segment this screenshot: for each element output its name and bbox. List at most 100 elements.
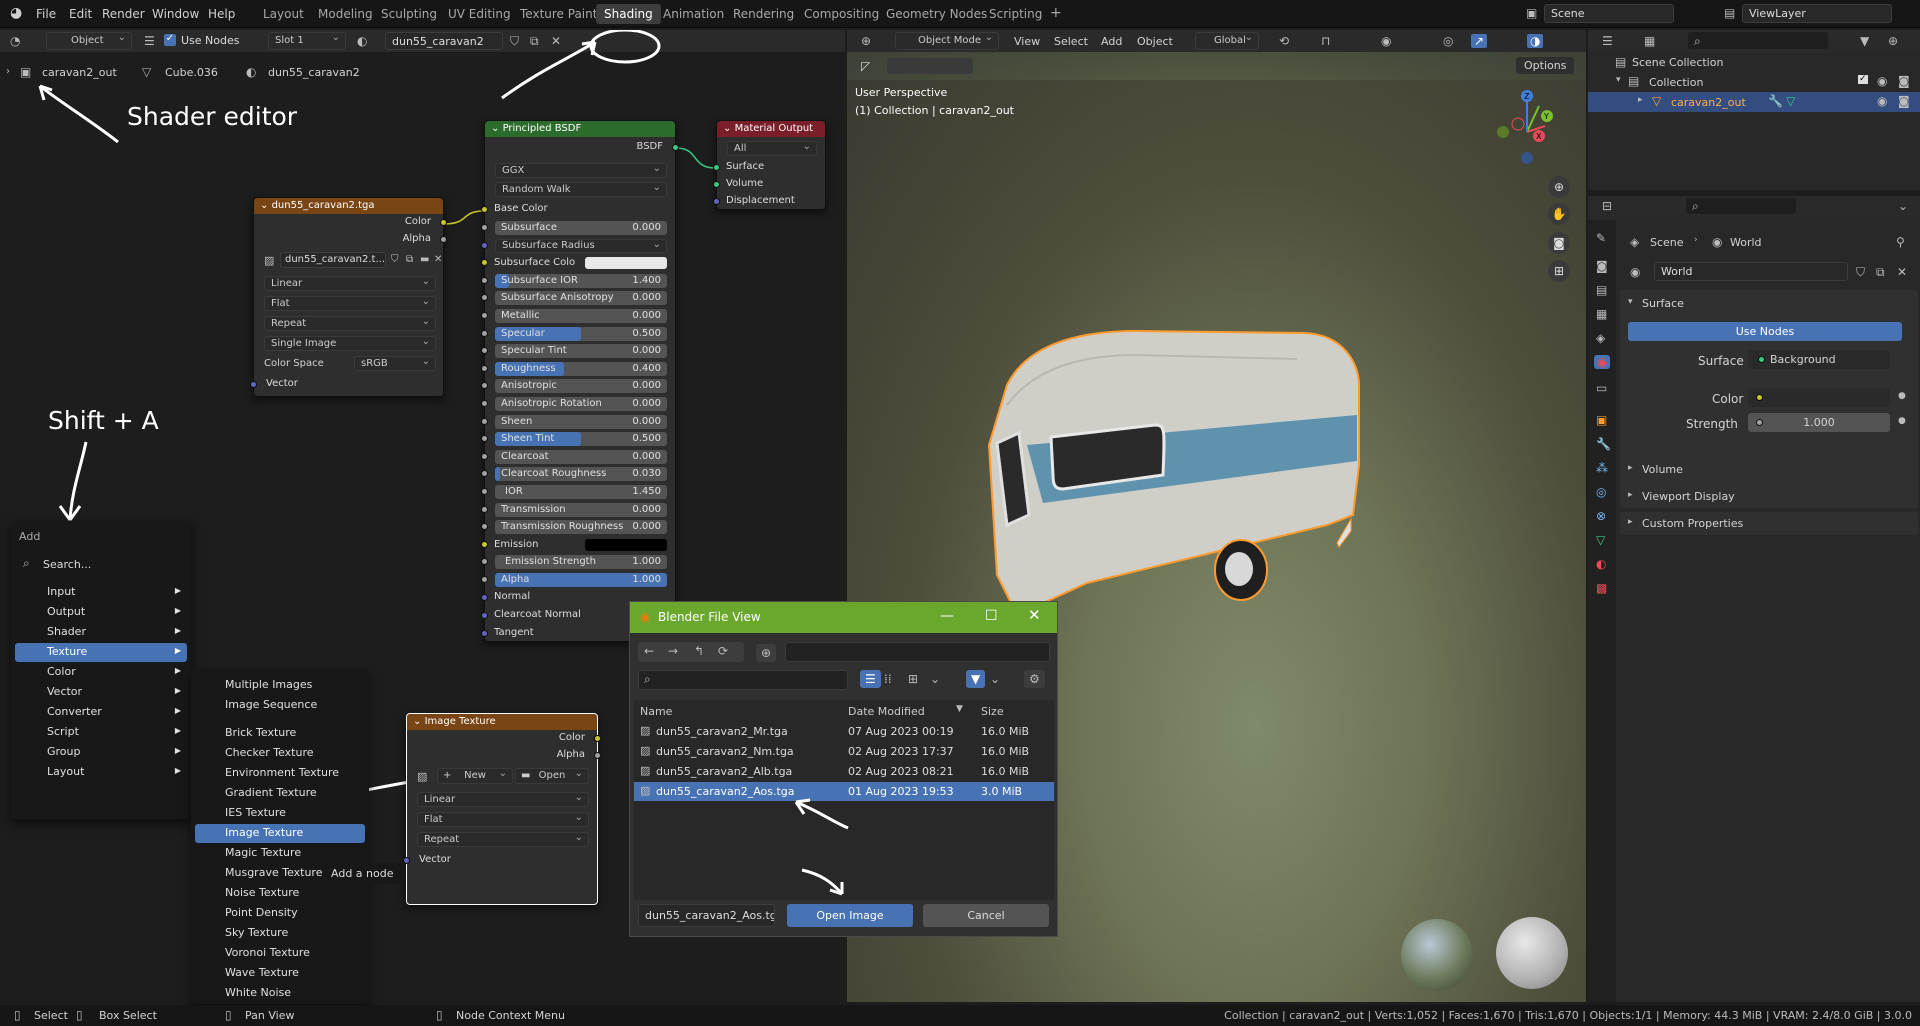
subsurface-method-select[interactable]: Random Walk (495, 182, 667, 197)
tab-scripting[interactable]: Scripting (989, 7, 1042, 21)
input-socket[interactable] (481, 312, 488, 319)
thumb-small-icon[interactable]: ⁞⁞ (884, 673, 892, 685)
properties-search[interactable] (1686, 198, 1796, 214)
chevron-down-icon[interactable]: ▾ (1616, 76, 1621, 85)
menu-select[interactable]: Select (1054, 35, 1088, 48)
add-menu-item[interactable]: Color ▶ (15, 663, 187, 682)
extension-select[interactable]: Repeat (417, 832, 589, 847)
tab-sculpting[interactable]: Sculpting (381, 7, 437, 21)
bsdf-value-slider[interactable]: Sheen 0.000 (495, 414, 667, 429)
bsdf-value-slider[interactable]: Clearcoat 0.000 (495, 449, 667, 464)
menu-render[interactable]: Render (102, 7, 145, 21)
view-layer-icon[interactable]: ▦ (1596, 308, 1607, 320)
add-menu-item[interactable]: Converter ▶ (15, 703, 187, 722)
scene-collection-label[interactable]: Scene Collection (1632, 56, 1723, 69)
add-workspace-button[interactable]: + (1050, 5, 1062, 21)
duplicate-icon[interactable]: ⧉ (406, 255, 413, 265)
texture-menu-item[interactable]: Image Texture (195, 824, 365, 843)
add-menu-item[interactable]: Layout ▶ (15, 763, 187, 782)
close-icon[interactable]: ✕ (1897, 266, 1907, 278)
menu-file[interactable]: File (36, 7, 56, 21)
collapsed-panel[interactable]: ▸ Volume (1620, 458, 1918, 481)
bsdf-value-slider[interactable]: Anisotropic 0.000 (495, 379, 667, 394)
refresh-icon[interactable]: ⟳ (718, 645, 728, 657)
menu-object[interactable]: Object (1137, 35, 1173, 48)
bsdf-value-slider[interactable]: Alpha 1.000 (495, 573, 667, 587)
bsdf-input-row[interactable]: Specular Tint 0.000 (481, 344, 675, 359)
add-menu-search[interactable]: Search... (43, 558, 91, 571)
bsdf-input-row[interactable]: Clearcoat Roughness 0.030 (481, 467, 675, 482)
add-menu-item[interactable]: Texture ▶ (15, 643, 187, 662)
world-icon[interactable]: ◉ (1630, 266, 1640, 278)
bsdf-input-row[interactable]: Anisotropic 0.000 (481, 379, 675, 394)
path-field[interactable] (785, 642, 1050, 662)
search-field[interactable] (638, 670, 848, 690)
keyframe-dot-icon[interactable]: ● (1898, 392, 1906, 401)
filter-icon[interactable]: ▼ (1860, 35, 1869, 47)
bsdf-input-row[interactable]: Subsurface IOR 1.400 (481, 273, 675, 288)
chevron-down-icon[interactable]: ⌄ (491, 123, 503, 134)
color-field[interactable] (1748, 388, 1890, 407)
view-layer-field[interactable]: ViewLayer (1742, 4, 1892, 23)
add-menu-item[interactable]: Input ▶ (15, 583, 187, 602)
texture-menu-item[interactable]: Noise Texture (195, 884, 365, 903)
close-icon[interactable]: ✕ (434, 255, 442, 265)
bsdf-value-slider[interactable]: Transmission Roughness 0.000 (495, 520, 667, 535)
tab-compositing[interactable]: Compositing (804, 7, 879, 21)
color-socket[interactable] (594, 735, 601, 742)
image-name-field[interactable]: dun55_caravan2.t... (280, 252, 386, 268)
output-icon[interactable]: ▤ (1596, 284, 1607, 296)
pin-icon[interactable]: ⚲ (1896, 236, 1905, 248)
col-size[interactable]: Size (981, 705, 1004, 718)
surface-panel-title[interactable]: Surface (1642, 297, 1684, 310)
collapsed-panel[interactable]: ▸ Custom Properties (1620, 512, 1918, 535)
interpolation-select[interactable]: Linear (264, 276, 436, 291)
chevron-down-icon[interactable]: ⌄ (990, 673, 1000, 685)
bsdf-input-row[interactable]: Subsurface Radius (481, 238, 675, 253)
bsdf-value-slider[interactable]: Transmission 0.000 (495, 502, 667, 517)
principled-bsdf-node[interactable]: ⌄ Principled BSDF BSDF GGX Random Walk B… (481, 120, 679, 642)
bsdf-input-row[interactable]: Transmission 0.000 (481, 502, 675, 517)
surface-socket[interactable] (713, 164, 720, 171)
folder-icon[interactable]: ▬ (420, 255, 429, 265)
extension-select[interactable]: Repeat (264, 316, 436, 331)
editor-type-icon[interactable]: ⊕ (861, 35, 871, 47)
input-socket[interactable] (481, 505, 488, 513)
collapsed-panel[interactable]: ▸ Viewport Display (1620, 485, 1918, 508)
bsdf-value-slider[interactable]: Sheen Tint 0.500 (495, 432, 667, 447)
bsdf-input-row[interactable]: Transmission Roughness 0.000 (481, 520, 675, 535)
minimize-icon[interactable]: — (940, 609, 954, 623)
duplicate-icon[interactable]: ⧉ (1876, 266, 1885, 278)
bsdf-input-row[interactable]: Emission (481, 538, 675, 552)
vector-socket[interactable] (403, 857, 410, 864)
distribution-select[interactable]: GGX (495, 163, 667, 178)
input-socket[interactable] (481, 576, 488, 583)
menu-help[interactable]: Help (208, 7, 235, 21)
grid-icon[interactable]: ⊞ (1548, 260, 1570, 282)
scene-field[interactable]: Scene (1544, 4, 1674, 23)
input-socket[interactable] (481, 629, 488, 637)
orientation-select[interactable]: Global (1195, 32, 1259, 50)
texture-menu-item[interactable]: Image Sequence (195, 696, 365, 715)
camera-icon[interactable]: ◙ (1898, 75, 1910, 87)
render-icon[interactable]: ◙ (1596, 260, 1608, 272)
collection-label[interactable]: Collection (1649, 76, 1703, 89)
color-swatch[interactable] (585, 257, 667, 270)
chevron-down-icon[interactable]: ⌄ (723, 123, 735, 134)
world-icon[interactable]: ◉ (1594, 355, 1611, 369)
scene-icon[interactable]: ◈ (1596, 332, 1605, 344)
bsdf-value-slider[interactable]: Specular Tint 0.000 (495, 344, 667, 359)
close-icon[interactable]: ✕ (1028, 608, 1041, 623)
list-view-icon[interactable]: ☰ (860, 670, 881, 688)
filename-field[interactable]: dun55_caravan2_Aos.tga (638, 904, 775, 927)
col-name[interactable]: Name (640, 705, 672, 718)
texture-menu-item[interactable]: Magic Texture (195, 844, 365, 863)
bsdf-select[interactable]: Subsurface Radius (495, 238, 667, 253)
texture-menu-item[interactable]: Gradient Texture (195, 784, 365, 803)
bsdf-value-slider[interactable]: Subsurface Anisotropy 0.000 (495, 291, 667, 306)
input-socket[interactable] (481, 523, 488, 531)
image-icon[interactable]: ▨ (417, 771, 427, 782)
blender-logo-icon[interactable]: ◕ (10, 5, 22, 21)
editor-type-icon[interactable]: ☰ (1602, 35, 1613, 47)
modifier-icon[interactable]: 🔧 (1596, 438, 1611, 450)
